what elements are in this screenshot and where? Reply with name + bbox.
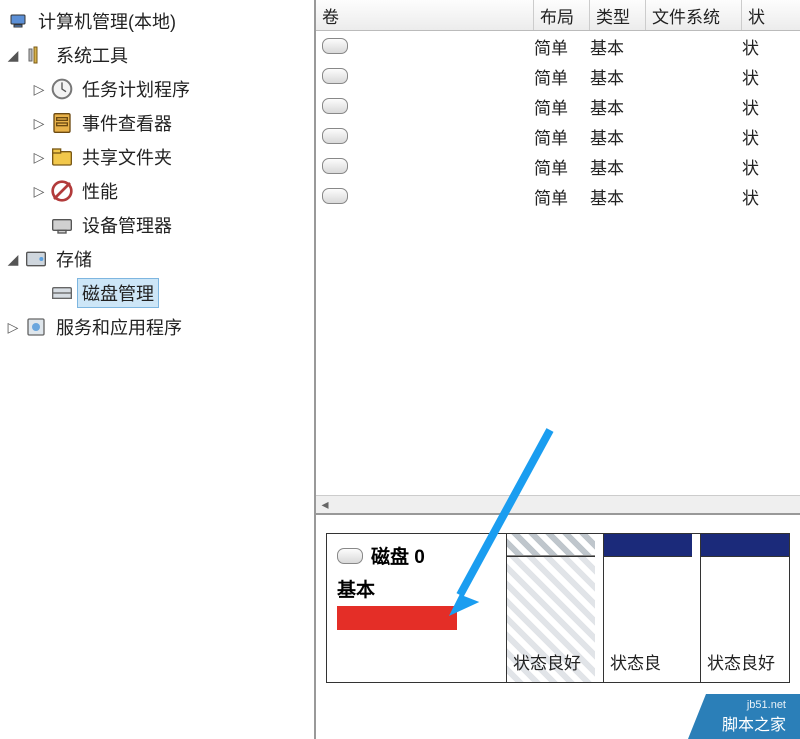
tree-label: 服务和应用程序 — [52, 313, 186, 341]
tree-node-storage[interactable]: ◢ 存储 — [6, 242, 308, 276]
disk-type: 基本 — [337, 575, 496, 602]
expand-icon[interactable]: ▷ — [32, 184, 46, 198]
tree-label: 系统工具 — [52, 41, 132, 69]
expand-icon[interactable]: ▷ — [32, 82, 46, 96]
tree-node-task-scheduler[interactable]: ▷ 任务计划程序 — [6, 72, 308, 106]
storage-icon — [24, 248, 48, 270]
device-icon — [50, 214, 74, 236]
collapse-icon[interactable]: ◢ — [6, 48, 20, 62]
tree-label: 设备管理器 — [78, 211, 176, 239]
volume-list-header: 卷 布局 类型 文件系统 状 — [316, 0, 800, 31]
volume-row[interactable]: 简单 基本 状 — [316, 121, 800, 151]
watermark-name: 脚本之家 — [722, 717, 786, 734]
disk-0-block[interactable]: 磁盘 0 基本 状态良好 状态良 状态良 — [326, 533, 790, 683]
tree-label: 存储 — [52, 245, 96, 273]
services-icon — [24, 316, 48, 338]
drive-icon — [322, 128, 348, 144]
partition[interactable]: 状态良 — [603, 534, 692, 682]
tools-icon — [24, 44, 48, 66]
tree-label: 计算机管理(本地) — [34, 7, 180, 35]
expand-icon[interactable]: ▷ — [32, 150, 46, 164]
partition-status: 状态良好 — [513, 649, 581, 674]
drive-icon — [322, 68, 348, 84]
volume-row[interactable]: 简单 基本 状 — [316, 151, 800, 181]
event-viewer-icon — [50, 112, 74, 134]
annotation-highlight — [337, 606, 457, 630]
tree-label: 任务计划程序 — [78, 75, 194, 103]
partition-status: 状态良好 — [707, 649, 775, 674]
tree-label: 事件查看器 — [78, 109, 176, 137]
tree-node-system-tools[interactable]: ◢ 系统工具 — [6, 38, 308, 72]
performance-icon — [50, 180, 74, 202]
tree-node-performance[interactable]: ▷ 性能 — [6, 174, 308, 208]
tree-node-shared-folders[interactable]: ▷ 共享文件夹 — [6, 140, 308, 174]
collapse-icon[interactable]: ◢ — [6, 252, 20, 266]
col-header-filesystem[interactable]: 文件系统 — [646, 0, 742, 30]
drive-icon — [337, 548, 363, 564]
drive-icon — [322, 158, 348, 174]
col-header-layout[interactable]: 布局 — [534, 0, 590, 30]
computer-icon — [6, 10, 30, 32]
tree-node-device-manager[interactable]: ▷ 设备管理器 — [6, 208, 308, 242]
tree-label: 性能 — [78, 177, 122, 205]
horizontal-scrollbar[interactable]: ◂ — [316, 495, 800, 513]
volume-row[interactable]: 简单 基本 状 — [316, 91, 800, 121]
partition-header-strip — [507, 534, 595, 556]
expand-icon[interactable]: ▷ — [32, 116, 46, 130]
partition-header-strip — [701, 534, 789, 556]
volume-list: 简单 基本 状 简单 基本 状 简单 基本 状 简单 — [316, 31, 800, 211]
tree-label: 共享文件夹 — [78, 143, 176, 171]
folder-icon — [50, 146, 74, 168]
drive-icon — [322, 188, 348, 204]
volume-row[interactable]: 简单 基本 状 — [316, 181, 800, 211]
col-header-volume[interactable]: 卷 — [316, 0, 534, 30]
navigation-tree: 计算机管理(本地) ◢ 系统工具 ▷ 任务计划程序 ▷ — [0, 0, 316, 739]
drive-icon — [322, 98, 348, 114]
partition[interactable]: 状态良好 — [700, 534, 789, 682]
tree-label: 磁盘管理 — [78, 279, 158, 307]
content-pane: 卷 布局 类型 文件系统 状 简单 基本 状 简单 基本 状 — [316, 0, 800, 739]
disk-title: 磁盘 0 — [371, 542, 425, 569]
scroll-left-icon[interactable]: ◂ — [316, 497, 334, 513]
tree-node-services-apps[interactable]: ▷ 服务和应用程序 — [6, 310, 308, 344]
watermark: jb51.net 脚本之家 — [688, 694, 800, 739]
partition-header-strip — [604, 534, 692, 556]
tree-node-disk-management[interactable]: ▷ 磁盘管理 — [6, 276, 308, 310]
partition-status: 状态良 — [610, 649, 661, 674]
tree-node-event-viewer[interactable]: ▷ 事件查看器 — [6, 106, 308, 140]
tree-root-computer-management[interactable]: 计算机管理(本地) — [6, 4, 308, 38]
volume-row[interactable]: 简单 基本 状 — [316, 31, 800, 61]
volume-row[interactable]: 简单 基本 状 — [316, 61, 800, 91]
expand-icon[interactable]: ▷ — [6, 320, 20, 334]
disk-icon — [50, 282, 74, 304]
col-header-status[interactable]: 状 — [742, 0, 800, 30]
watermark-url: jb51.net — [722, 700, 786, 711]
partition[interactable]: 状态良好 — [507, 534, 595, 682]
col-header-type[interactable]: 类型 — [590, 0, 646, 30]
drive-icon — [322, 38, 348, 54]
disk-0-label: 磁盘 0 基本 — [327, 534, 507, 682]
clock-icon — [50, 78, 74, 100]
